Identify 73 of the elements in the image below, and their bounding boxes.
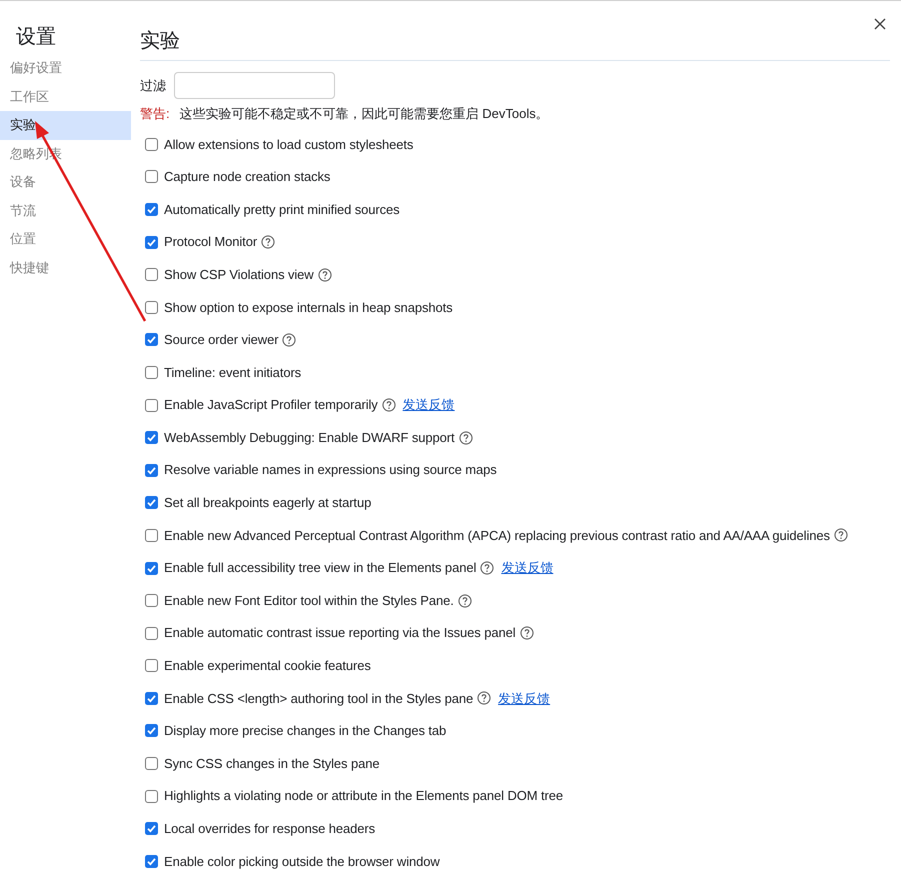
checkbox[interactable] (145, 268, 158, 282)
experiment-label: Local overrides for response headers (164, 820, 376, 838)
close-icon[interactable] (874, 18, 886, 30)
help-icon[interactable] (458, 430, 473, 445)
experiment-label: Display more precise changes in the Changes tab (164, 722, 446, 740)
filter-field[interactable] (174, 72, 335, 99)
sidebar-item[interactable]: 工作区 (0, 82, 131, 111)
warning-label: 警告: (140, 105, 170, 124)
checkbox[interactable] (145, 496, 158, 510)
sidebar-item[interactable]: 实验 (0, 111, 131, 140)
checkbox[interactable] (145, 562, 158, 575)
help-icon[interactable] (282, 332, 296, 347)
experiment-label: Highlights a violating node or attribute in the Elements panel DOM tree (164, 787, 564, 806)
checkbox[interactable] (145, 300, 158, 314)
help-icon[interactable] (477, 691, 492, 706)
panel-title: 实验 (140, 29, 181, 54)
feedback-link[interactable]: 发送反馈 (402, 395, 455, 415)
sidebar-title: 设置 (15, 25, 57, 50)
experiment-label: Show option to expose internals in heap snapshots (164, 298, 453, 317)
checkbox[interactable] (145, 398, 158, 412)
experiment-label: Set all breakpoints eagerly at startup (164, 494, 372, 512)
experiment-label: Enable full accessibility tree view in the Elements panel (164, 559, 476, 578)
sidebar-item[interactable]: 节流 (0, 196, 131, 225)
help-icon[interactable] (261, 235, 276, 250)
experiment-label: Enable JavaScript Profiler temporarily (164, 396, 378, 414)
experiment-label: Enable automatic contrast issue reporting via the Issues panel (164, 624, 516, 642)
help-icon[interactable] (834, 528, 848, 542)
checkbox[interactable] (145, 170, 158, 184)
checkbox[interactable] (145, 594, 158, 608)
checkbox[interactable] (145, 138, 158, 151)
experiment-label: WebAssembly Debugging: Enable DWARF support (164, 428, 455, 447)
experiment-label: Protocol Monitor (164, 233, 258, 252)
feedback-link[interactable]: 发送反馈 (498, 688, 550, 708)
experiment-label: Source order viewer (164, 331, 278, 350)
checkbox[interactable] (145, 202, 158, 216)
help-icon[interactable] (318, 268, 332, 282)
checkbox[interactable] (145, 822, 158, 836)
checkbox[interactable] (145, 236, 158, 249)
checkbox[interactable] (145, 790, 158, 803)
checkbox[interactable] (145, 724, 158, 738)
checkbox[interactable] (145, 464, 158, 477)
help-icon[interactable] (382, 398, 396, 412)
help-icon[interactable] (480, 561, 494, 576)
checkbox[interactable] (145, 659, 158, 672)
experiment-label: Enable CSS <length> authoring tool in the Styles pane (164, 690, 474, 708)
experiment-label: Enable color picking outside the browser window (164, 852, 440, 871)
experiment-label: Allow extensions to load custom stylesheets (164, 136, 414, 154)
help-icon[interactable] (520, 626, 534, 640)
checkbox[interactable] (145, 626, 158, 640)
sidebar-item[interactable]: 偏好设置 (0, 54, 131, 82)
checkbox[interactable] (145, 854, 158, 868)
experiment-label: Timeline: event initiators (164, 364, 302, 382)
experiment-label: Automatically pretty print minified sources (164, 200, 400, 219)
experiment-label: Enable new Font Editor tool within the Styles Pane. (164, 592, 454, 610)
experiment-label: Enable experimental cookie features (164, 657, 371, 676)
help-icon[interactable] (458, 594, 472, 608)
experiment-label: Capture node creation stacks (164, 168, 330, 186)
checkbox[interactable] (145, 692, 158, 705)
checkbox[interactable] (145, 757, 158, 770)
sidebar-item[interactable]: 快捷键 (0, 254, 131, 282)
experiment-label: Show CSP Violations view (164, 266, 314, 284)
sidebar-item[interactable]: 设备 (0, 168, 131, 196)
warning-text: 这些实验可能不稳定或不可靠，因此可能需要您重启 DevTools。 (180, 105, 549, 124)
experiment-label: Sync CSS changes in the Styles pane (164, 754, 380, 773)
experiment-label: Resolve variable names in expressions using source maps (164, 461, 497, 480)
checkbox[interactable] (145, 431, 158, 444)
checkbox[interactable] (145, 333, 158, 346)
sidebar-item[interactable]: 位置 (0, 225, 131, 254)
feedback-link[interactable]: 发送反馈 (501, 558, 554, 578)
filter-label: 过滤 (140, 76, 166, 95)
checkbox[interactable] (145, 366, 158, 379)
experiment-label: Enable new Advanced Perceptual Contrast Algorithm (APCA) replacing previous contrast ratio and AA/AAA guidelines (164, 526, 830, 545)
checkbox[interactable] (145, 528, 158, 542)
